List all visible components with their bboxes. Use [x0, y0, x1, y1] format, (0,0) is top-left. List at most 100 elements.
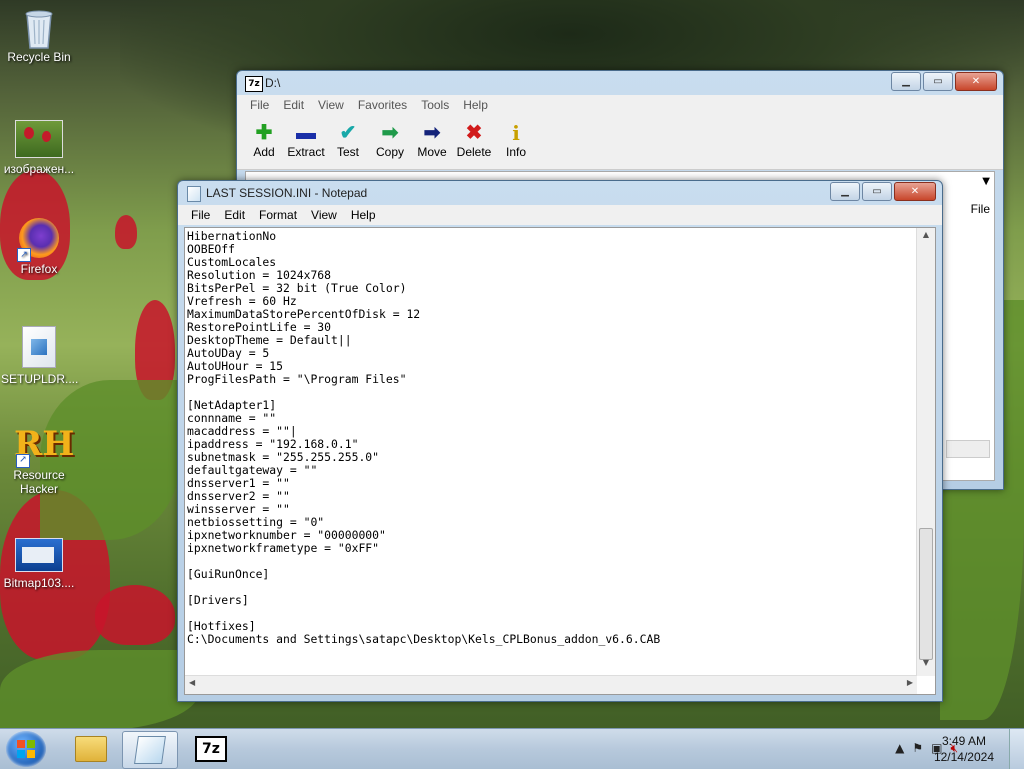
wallpaper-flower: [115, 215, 137, 249]
image-file-icon: [15, 120, 63, 158]
text-line[interactable]: ProgFilesPath = "\Program Files": [187, 373, 915, 386]
move-button[interactable]: ➡ Move: [411, 115, 453, 169]
text-line[interactable]: dnsserver1 = "": [187, 477, 915, 490]
plus-icon: ✚: [255, 122, 273, 144]
text-line[interactable]: [GuiRunOnce]: [187, 568, 915, 581]
text-content[interactable]: HibernationNo OOBEOff CustomLocales Resolut…: [187, 230, 915, 674]
sevenzip-menubar: File Edit View Favorites Tools Help: [237, 95, 1003, 115]
menu-tools[interactable]: Tools: [414, 98, 456, 112]
notepad-menubar: File Edit Format View Help: [178, 205, 942, 225]
copy-button[interactable]: ➡ Copy: [369, 115, 411, 169]
desktop-icon-setupldr[interactable]: SETUPLDR....: [1, 326, 79, 386]
text-line[interactable]: [187, 386, 915, 399]
desktop-icon-image[interactable]: изображен...: [1, 120, 77, 176]
taskbar-explorer[interactable]: [64, 731, 118, 767]
scroll-left-icon[interactable]: ◀: [189, 678, 195, 687]
recycle-bin-icon: [19, 6, 59, 49]
show-desktop-button[interactable]: [1009, 729, 1024, 769]
start-button[interactable]: [6, 731, 46, 767]
notepad-app-icon: [187, 186, 201, 202]
close-button[interactable]: ✕: [894, 182, 936, 201]
horizontal-scrollbar[interactable]: ◀ ▶: [185, 675, 917, 694]
sevenzip-toolbar: ✚ Add ▬ Extract ✔ Test ➡ Copy ➡ Move ✖ Delete …: [237, 115, 1003, 170]
clock[interactable]: 3:49 AM 12/14/2024: [934, 733, 994, 765]
move-arrow-icon: ➡: [423, 122, 441, 144]
scroll-right-icon[interactable]: ▶: [907, 678, 913, 687]
text-line[interactable]: defaultgateway = "": [187, 464, 915, 477]
desktop-icon-label: Firefox: [20, 262, 58, 276]
menu-file[interactable]: File: [184, 208, 217, 222]
menu-format[interactable]: Format: [252, 208, 304, 222]
menu-view[interactable]: View: [304, 208, 344, 222]
text-line[interactable]: dnsserver2 = "": [187, 490, 915, 503]
window-title: LAST SESSION.INI - Notepad: [206, 186, 368, 200]
menu-edit[interactable]: Edit: [217, 208, 252, 222]
bitmap-file-icon: [15, 538, 63, 572]
maximize-button[interactable]: ▭: [923, 72, 953, 91]
firefox-icon: ↗: [17, 218, 59, 262]
folder-icon: [75, 736, 107, 762]
menu-favorites[interactable]: Favorites: [351, 98, 414, 112]
minimize-button[interactable]: ▁: [830, 182, 860, 201]
notepad-window[interactable]: LAST SESSION.INI - Notepad ▁ ▭ ✕ File Ed…: [177, 180, 943, 702]
text-line[interactable]: [187, 555, 915, 568]
extract-button[interactable]: ▬ Extract: [285, 115, 327, 169]
wallpaper-flower: [95, 585, 175, 645]
desktop-icon-firefox[interactable]: ↗ Firefox: [1, 218, 77, 276]
check-icon: ✔: [339, 122, 357, 144]
menu-edit[interactable]: Edit: [276, 98, 311, 112]
clock-time: 3:49 AM: [941, 734, 986, 748]
notepad-titlebar[interactable]: LAST SESSION.INI - Notepad ▁ ▭ ✕: [178, 181, 942, 205]
resource-hacker-icon: RH ↗: [14, 424, 74, 468]
info-button[interactable]: i Info: [495, 115, 537, 169]
text-line[interactable]: ipxnetworkframetype = "0xFF": [187, 542, 915, 555]
action-center-flag-icon[interactable]: ⚑: [912, 741, 923, 756]
window-title: D:\: [265, 76, 281, 90]
text-line[interactable]: AutoUDay = 5: [187, 347, 915, 360]
7z-icon: 7z: [195, 736, 227, 762]
desktop-icon-bitmap[interactable]: Bitmap103....: [1, 538, 77, 590]
desktop-icon-label: SETUPLDR....: [1, 372, 79, 386]
scroll-thumb[interactable]: [919, 528, 933, 660]
desktop-icon-label: Resource Hacker: [13, 468, 65, 496]
maximize-button[interactable]: ▭: [862, 182, 892, 201]
minimize-button[interactable]: ▁: [891, 72, 921, 91]
close-button[interactable]: ✕: [955, 72, 997, 91]
text-line[interactable]: [Drivers]: [187, 594, 915, 607]
text-line[interactable]: C:\Documents and Settings\satapc\Desktop…: [187, 633, 915, 646]
add-button[interactable]: ✚ Add: [243, 115, 285, 169]
text-line[interactable]: [187, 607, 915, 620]
menu-help[interactable]: Help: [456, 98, 495, 112]
delete-x-icon: ✖: [465, 122, 483, 144]
vertical-scrollbar[interactable]: ▲ ▼: [916, 228, 935, 676]
test-button[interactable]: ✔ Test: [327, 115, 369, 169]
text-editor[interactable]: HibernationNo OOBEOff CustomLocales Resolut…: [184, 227, 936, 695]
scroll-down-icon[interactable]: ▼: [917, 658, 935, 674]
menu-file[interactable]: File: [243, 98, 276, 112]
desktop-icon-recycle-bin[interactable]: Recycle Bin: [1, 6, 77, 64]
system-file-icon: [22, 326, 56, 368]
menu-view[interactable]: View: [311, 98, 351, 112]
desktop-icon-label: Recycle Bin: [7, 50, 71, 64]
text-line[interactable]: [187, 581, 915, 594]
menu-help[interactable]: Help: [344, 208, 383, 222]
horizontal-scrollbar[interactable]: [946, 440, 990, 458]
show-hidden-icons-icon[interactable]: ▲: [895, 741, 904, 756]
chevron-down-icon[interactable]: ▼: [982, 176, 990, 187]
taskbar-7zip[interactable]: 7z: [184, 731, 238, 767]
text-line[interactable]: OOBEOff: [187, 243, 915, 256]
column-header-file[interactable]: File: [971, 202, 990, 216]
desktop-icon-resource-hacker[interactable]: RH ↗ Resource Hacker: [1, 424, 77, 496]
scroll-up-icon[interactable]: ▲: [917, 230, 935, 246]
text-line[interactable]: [NetAdapter1]: [187, 399, 915, 412]
text-line[interactable]: HibernationNo: [187, 230, 915, 243]
clock-date: 12/14/2024: [933, 750, 994, 764]
delete-button[interactable]: ✖ Delete: [453, 115, 495, 169]
taskbar-notepad[interactable]: [122, 731, 178, 769]
sevenzip-titlebar[interactable]: 7z D:\ ▁ ▭ ✕: [237, 71, 1003, 95]
minus-icon: ▬: [296, 122, 316, 144]
info-icon: i: [512, 121, 520, 145]
7z-app-icon: 7z: [245, 76, 263, 92]
copy-arrow-icon: ➡: [381, 122, 399, 144]
text-line[interactable]: DesktopTheme = Default||: [187, 334, 915, 347]
